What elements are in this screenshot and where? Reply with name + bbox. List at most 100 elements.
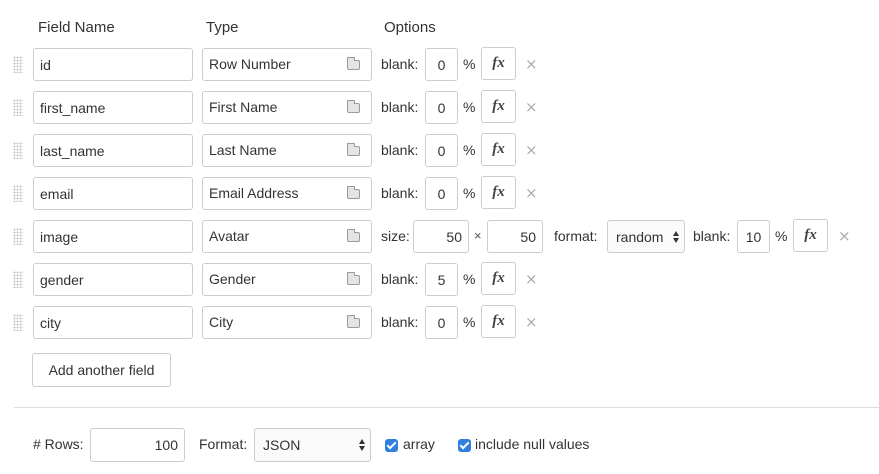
field-row-email: Email Address blank: % fx ×: [0, 176, 879, 210]
field-row-first-name: First Name blank: % fx ×: [0, 90, 879, 124]
formula-button[interactable]: fx: [481, 305, 516, 338]
formula-button[interactable]: fx: [793, 219, 828, 252]
blank-percent-input[interactable]: [425, 263, 458, 296]
field-type-selector[interactable]: Email Address: [202, 177, 372, 210]
field-name-input[interactable]: [33, 220, 193, 253]
array-label: array: [403, 436, 435, 452]
add-field-button[interactable]: Add another field: [32, 353, 171, 387]
percent-sign: %: [463, 142, 476, 158]
percent-sign: %: [463, 314, 476, 330]
remove-field-icon[interactable]: ×: [525, 141, 538, 159]
percent-sign: %: [775, 228, 788, 244]
field-type-label: First Name: [209, 99, 278, 115]
folder-icon: [347, 57, 360, 70]
output-format-select[interactable]: JSON: [254, 428, 371, 462]
field-name-input[interactable]: [33, 134, 193, 167]
drag-handle-icon[interactable]: [13, 142, 23, 159]
blank-percent-input[interactable]: [425, 91, 458, 124]
folder-icon: [347, 315, 360, 328]
formula-button[interactable]: fx: [481, 176, 516, 209]
size-label: size:: [381, 228, 410, 244]
drag-handle-icon[interactable]: [13, 228, 23, 245]
field-type-selector[interactable]: City: [202, 306, 372, 339]
divider: [14, 407, 879, 408]
remove-field-icon[interactable]: ×: [838, 227, 851, 245]
field-row-last-name: Last Name blank: % fx ×: [0, 133, 879, 167]
field-name-input[interactable]: [33, 177, 193, 210]
drag-handle-icon[interactable]: [13, 56, 23, 73]
field-row-id: Row Number blank: % fx ×: [0, 47, 879, 81]
size-times-sign: ×: [474, 228, 482, 243]
field-row-image: Avatar size: × format: random blank: % f…: [0, 219, 879, 253]
rows-label: # Rows:: [33, 436, 84, 452]
header-field-name: Field Name: [38, 19, 115, 36]
field-type-label: Avatar: [209, 228, 250, 244]
field-type-selector[interactable]: Row Number: [202, 48, 372, 81]
blank-label: blank:: [381, 142, 419, 158]
drag-handle-icon[interactable]: [13, 99, 23, 116]
blank-label: blank:: [693, 228, 731, 244]
field-name-input[interactable]: [33, 48, 193, 81]
blank-label: blank:: [381, 185, 419, 201]
drag-handle-icon[interactable]: [13, 314, 23, 331]
drag-handle-icon[interactable]: [13, 271, 23, 288]
size-height-input[interactable]: [487, 220, 543, 253]
field-type-label: Row Number: [209, 56, 291, 72]
folder-icon: [347, 143, 360, 156]
include-null-checkbox[interactable]: [458, 439, 471, 452]
avatar-format-value: random: [616, 229, 664, 245]
field-type-label: Email Address: [209, 185, 299, 201]
field-type-label: City: [209, 314, 234, 330]
folder-icon: [347, 272, 360, 285]
formula-button[interactable]: fx: [481, 47, 516, 80]
select-arrows-icon: [673, 230, 679, 244]
remove-field-icon[interactable]: ×: [525, 184, 538, 202]
output-format-value: JSON: [263, 437, 301, 453]
field-name-input[interactable]: [33, 91, 193, 124]
select-arrows-icon: [359, 438, 365, 452]
drag-handle-icon[interactable]: [13, 185, 23, 202]
blank-percent-input[interactable]: [425, 134, 458, 167]
blank-label: blank:: [381, 99, 419, 115]
folder-icon: [347, 100, 360, 113]
remove-field-icon[interactable]: ×: [525, 313, 538, 331]
format-label: Format:: [199, 436, 248, 452]
field-name-input[interactable]: [33, 263, 193, 296]
folder-icon: [347, 186, 360, 199]
field-type-label: Last Name: [209, 142, 277, 158]
format-label: format:: [554, 228, 598, 244]
remove-field-icon[interactable]: ×: [525, 55, 538, 73]
field-type-selector[interactable]: Last Name: [202, 134, 372, 167]
folder-icon: [347, 229, 360, 242]
array-checkbox[interactable]: [385, 439, 398, 452]
blank-label: blank:: [381, 271, 419, 287]
blank-label: blank:: [381, 314, 419, 330]
percent-sign: %: [463, 271, 476, 287]
percent-sign: %: [463, 56, 476, 72]
blank-percent-input[interactable]: [425, 177, 458, 210]
header-options: Options: [384, 19, 436, 36]
avatar-format-select[interactable]: random: [607, 220, 685, 253]
formula-button[interactable]: fx: [481, 90, 516, 123]
field-type-selector[interactable]: Gender: [202, 263, 372, 296]
size-width-input[interactable]: [413, 220, 469, 253]
percent-sign: %: [463, 185, 476, 201]
remove-field-icon[interactable]: ×: [525, 98, 538, 116]
header-type: Type: [206, 19, 239, 36]
field-type-selector[interactable]: First Name: [202, 91, 372, 124]
remove-field-icon[interactable]: ×: [525, 270, 538, 288]
rows-count-input[interactable]: [90, 428, 185, 462]
formula-button[interactable]: fx: [481, 133, 516, 166]
field-type-label: Gender: [209, 271, 256, 287]
blank-percent-input[interactable]: [425, 48, 458, 81]
blank-percent-input[interactable]: [737, 220, 770, 253]
field-row-gender: Gender blank: % fx ×: [0, 262, 879, 296]
include-null-label: include null values: [475, 436, 590, 452]
blank-label: blank:: [381, 56, 419, 72]
blank-percent-input[interactable]: [425, 306, 458, 339]
formula-button[interactable]: fx: [481, 262, 516, 295]
field-name-input[interactable]: [33, 306, 193, 339]
percent-sign: %: [463, 99, 476, 115]
field-row-city: City blank: % fx ×: [0, 305, 879, 339]
field-type-selector[interactable]: Avatar: [202, 220, 372, 253]
